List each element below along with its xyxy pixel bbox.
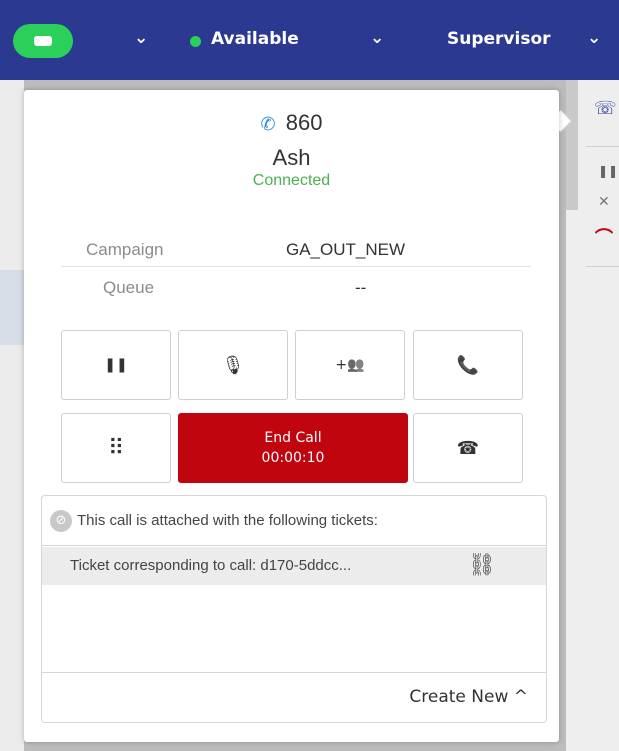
transfer-button[interactable]: 📞 — [413, 330, 523, 400]
role-chevron-down-icon[interactable]: ⌄ — [587, 28, 601, 48]
tickets-panel: ⊘ This call is attached with the followi… — [41, 495, 547, 723]
ticket-list-item[interactable]: Ticket corresponding to call: d170-5ddcc… — [42, 547, 546, 585]
queue-label: Queue — [103, 278, 155, 297]
channel-chevron-down-icon[interactable]: ⌄ — [134, 28, 148, 48]
dialpad-button[interactable]: ⠿ — [61, 413, 171, 483]
caller-number: 860 — [285, 110, 323, 135]
microphone-off-icon: 🎙 — [221, 354, 245, 376]
caller-name: Ash — [272, 145, 311, 170]
divider — [586, 146, 619, 147]
hold-button[interactable]: ❚❚ — [61, 330, 171, 400]
end-call-button[interactable]: End Call 00:00:10 — [178, 413, 408, 483]
hangup-icon: ☎ — [456, 437, 480, 459]
agent-status-label[interactable]: Available — [211, 29, 299, 49]
transfer-call-icon: 📞 — [456, 354, 480, 376]
divider — [586, 266, 619, 267]
call-status: Connected — [252, 172, 331, 189]
status-dot — [190, 36, 201, 47]
channel-toggle-button[interactable] — [13, 24, 73, 58]
ticket-label[interactable]: Ticket corresponding to call: d170-5ddcc… — [70, 557, 351, 574]
info-divider — [61, 266, 531, 267]
hold-icon[interactable]: ❚❚ — [598, 164, 618, 178]
unlink-icon[interactable]: ⛓ — [468, 553, 496, 578]
pause-icon: ❚❚ — [104, 357, 128, 373]
left-panel-highlight — [0, 270, 24, 345]
scrollbar[interactable] — [566, 80, 578, 210]
mute-icon[interactable]: ✕ — [598, 194, 610, 210]
queue-value: -- — [355, 278, 367, 297]
campaign-label: Campaign — [86, 240, 164, 259]
chat-icon — [34, 36, 52, 46]
role-dropdown[interactable]: Supervisor — [447, 29, 551, 49]
phone-icon: ✆ — [260, 114, 276, 135]
left-panel-edge — [0, 80, 24, 751]
create-new-button[interactable]: Create New ^ — [409, 687, 528, 707]
right-side-panel: ☏ ❚❚ ✕ ⌒ — [566, 80, 619, 751]
dialpad-icon: ⠿ — [107, 435, 125, 461]
call-history-icon[interactable]: ☏ — [594, 98, 617, 119]
tickets-header: ⊘ This call is attached with the followi… — [42, 496, 546, 546]
tickets-title: This call is attached with the following… — [77, 512, 378, 529]
top-bar: ⌄ Available ⌄ Supervisor ⌄ — [0, 0, 619, 80]
conference-button[interactable]: +👥 — [295, 330, 405, 400]
tickets-footer: Create New ^ — [42, 672, 546, 722]
paperclip-icon: ⊘ — [50, 510, 72, 532]
caller-number-row: ✆ 860 — [24, 110, 559, 136]
mute-button[interactable]: 🎙 — [178, 330, 288, 400]
add-participant-icon: +👥 — [335, 357, 365, 373]
active-call-popup: ✆ 860 Ash Connected Campaign GA_OUT_NEW … — [24, 90, 559, 742]
campaign-value: GA_OUT_NEW — [286, 240, 406, 259]
end-call-icon[interactable]: ⌒ — [595, 224, 613, 250]
call-timer: 00:00:10 — [261, 450, 325, 466]
status-chevron-down-icon[interactable]: ⌄ — [370, 28, 384, 48]
park-call-button[interactable]: ☎ — [413, 413, 523, 483]
end-call-label: End Call — [264, 430, 322, 446]
